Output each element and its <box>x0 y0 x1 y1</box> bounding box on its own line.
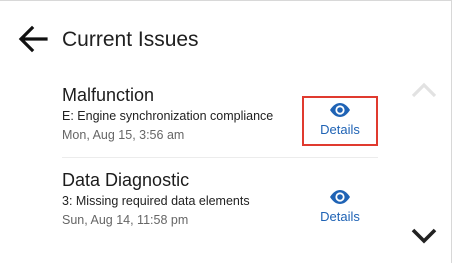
chevron-up-icon <box>411 82 437 98</box>
details-label: Details <box>320 209 360 224</box>
details-label: Details <box>320 122 360 137</box>
chevron-down-icon <box>411 228 437 244</box>
issues-screen: Current Issues Malfunction E: Engine syn… <box>0 0 452 263</box>
arrow-left-icon <box>18 25 48 53</box>
page-title: Current Issues <box>62 28 199 51</box>
eye-icon <box>330 103 350 117</box>
details-button-data-diagnostic[interactable]: Details <box>302 185 378 235</box>
back-button[interactable] <box>18 25 48 53</box>
divider <box>62 157 378 158</box>
scroll-down-button[interactable] <box>410 227 438 245</box>
scroll-up-button[interactable] <box>410 81 438 99</box>
eye-icon <box>330 190 350 204</box>
details-button-malfunction[interactable]: Details <box>302 96 378 146</box>
